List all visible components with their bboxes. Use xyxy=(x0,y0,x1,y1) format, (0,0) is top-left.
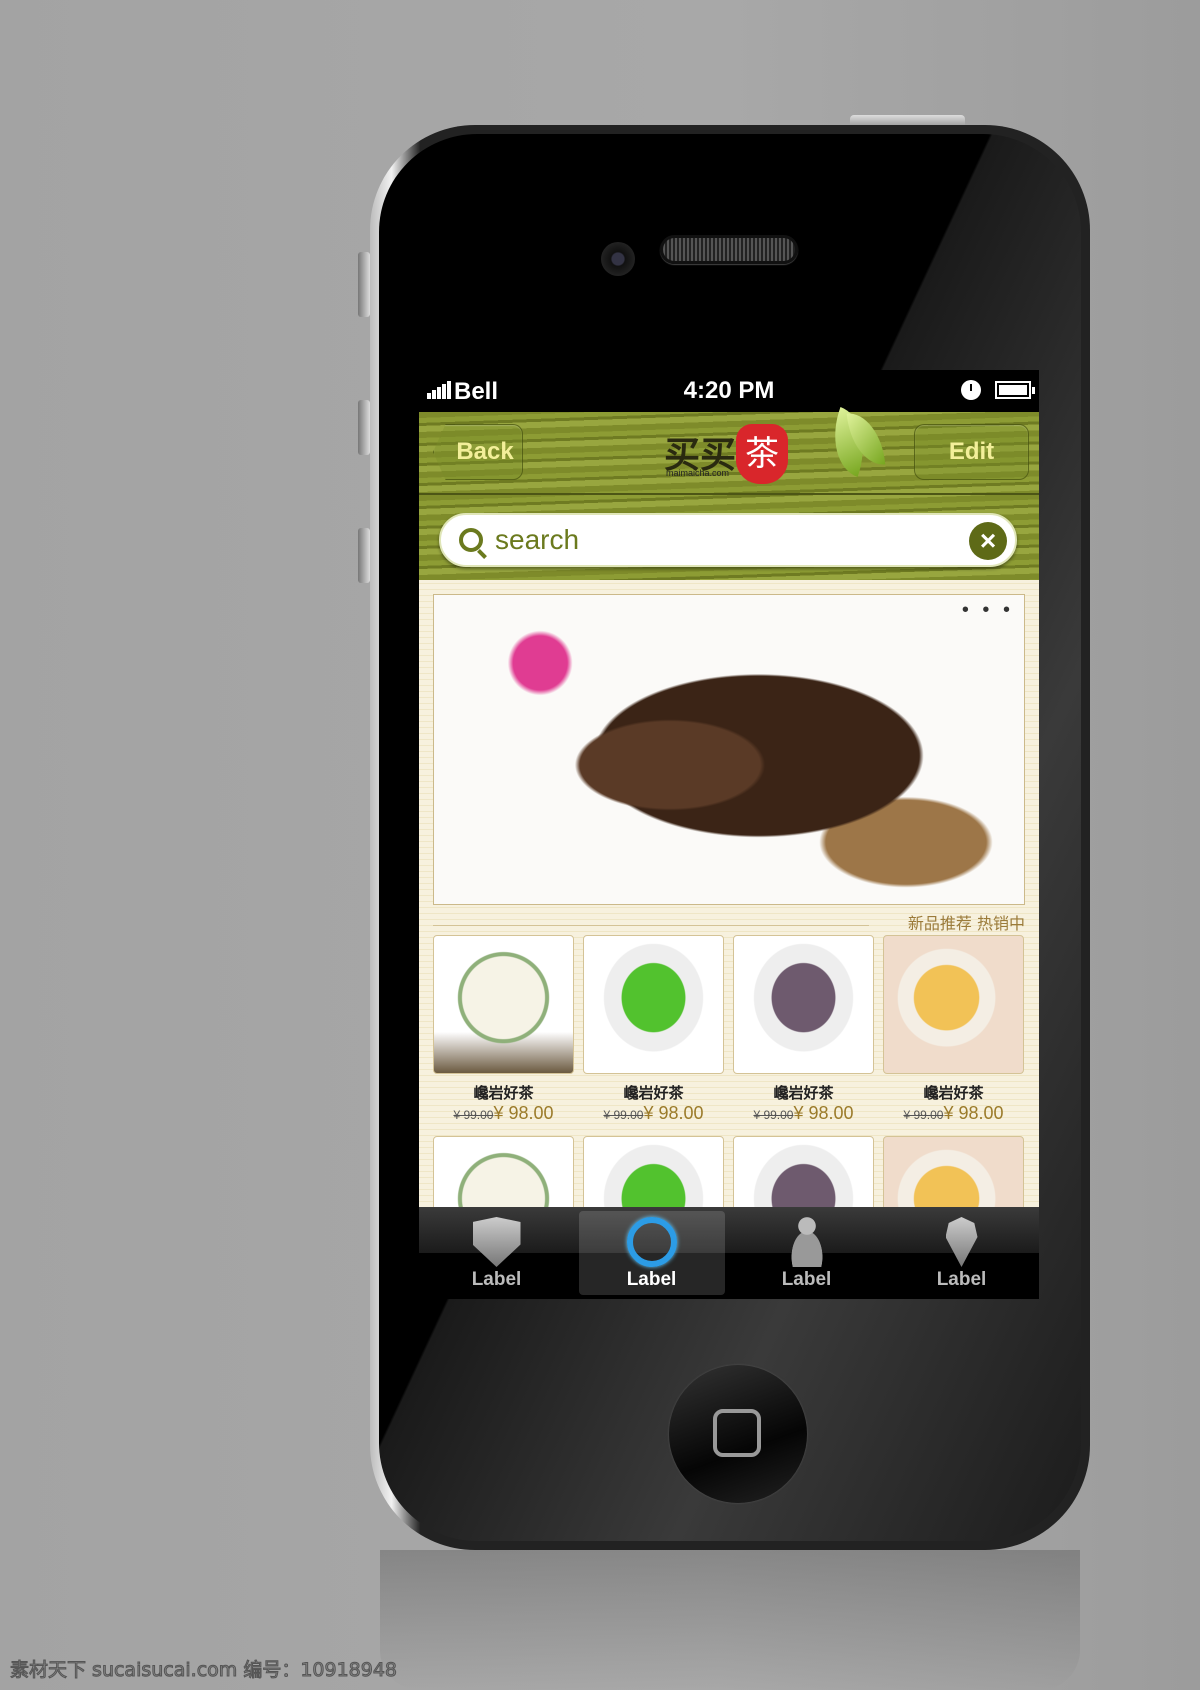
volume-down-button xyxy=(358,528,370,583)
product-card[interactable]: 巉岩好茶 ¥ 99.00¥ 98.00 xyxy=(733,935,874,1124)
earpiece xyxy=(660,235,798,264)
sale-price: ¥ 98.00 xyxy=(943,1103,1004,1123)
back-button[interactable]: Back xyxy=(433,424,523,480)
search-input[interactable]: search × xyxy=(439,513,1017,567)
sale-price: ¥ 98.00 xyxy=(643,1103,704,1123)
product-card[interactable]: 巉岩好茶 ¥ 99.00¥ 98.00 xyxy=(433,935,574,1124)
original-price: ¥ 99.00 xyxy=(453,1108,494,1122)
camera-icon xyxy=(601,242,635,276)
product-image[interactable] xyxy=(583,935,724,1074)
phone-reflection xyxy=(380,1550,1080,1690)
product-image[interactable] xyxy=(883,935,1024,1074)
divider xyxy=(433,925,869,926)
tab-joystick[interactable]: Label xyxy=(734,1211,880,1295)
map-pin-icon xyxy=(945,1217,978,1267)
logo-mark: 茶 xyxy=(736,424,788,484)
tab-label: Label xyxy=(781,1269,832,1290)
target-icon xyxy=(626,1217,677,1267)
product-name: 巉岩好茶 xyxy=(623,1084,684,1102)
nav-bar: Back 买买 茶 maimaicha.com Edit xyxy=(419,406,1039,495)
clock-icon xyxy=(961,380,981,400)
tab-location[interactable]: Label xyxy=(889,1211,1035,1295)
status-time: 4:20 PM xyxy=(683,377,775,404)
product-card[interactable]: 巉岩好茶 ¥ 99.00¥ 98.00 xyxy=(883,935,1024,1124)
watermark: 素材天下 sucaisucai.com 编号：10918948 xyxy=(9,1659,398,1682)
search-icon xyxy=(459,528,483,552)
battery-icon xyxy=(995,381,1035,399)
tab-label: Label xyxy=(471,1269,522,1290)
search-bar: search × xyxy=(419,495,1039,580)
product-name: 巉岩好茶 xyxy=(923,1084,984,1102)
original-price: ¥ 99.00 xyxy=(753,1108,794,1122)
edit-button[interactable]: Edit xyxy=(914,424,1029,480)
status-bar: Bell 4:20 PM xyxy=(419,370,1039,412)
product-card[interactable]: 巉岩好茶 ¥ 99.00¥ 98.00 xyxy=(583,935,724,1124)
tab-bar: Label Label Label Label xyxy=(419,1207,1039,1299)
shield-icon xyxy=(472,1217,521,1267)
sale-price: ¥ 98.00 xyxy=(793,1103,854,1123)
clear-search-button[interactable]: × xyxy=(969,522,1007,560)
logo: 买买 茶 maimaicha.com xyxy=(664,424,794,484)
sale-price: ¥ 98.00 xyxy=(493,1103,554,1123)
product-image[interactable] xyxy=(433,935,574,1074)
tab-label: Label xyxy=(936,1269,987,1290)
home-button[interactable] xyxy=(669,1365,807,1503)
search-placeholder: search xyxy=(495,524,580,555)
product-image[interactable] xyxy=(733,935,874,1074)
phone-frame: Bell 4:20 PM Back 买买 茶 maimaicha.com Edi… xyxy=(370,125,1090,1550)
original-price: ¥ 99.00 xyxy=(903,1108,944,1122)
banner-pager[interactable]: • • • xyxy=(962,599,1014,622)
original-price: ¥ 99.00 xyxy=(603,1108,644,1122)
app-screen: Bell 4:20 PM Back 买买 茶 maimaicha.com Edi… xyxy=(419,370,1039,1299)
tab-shield[interactable]: Label xyxy=(424,1211,570,1295)
volume-up-button xyxy=(358,400,370,455)
tab-target[interactable]: Label xyxy=(578,1211,725,1295)
product-name: 巉岩好茶 xyxy=(473,1084,534,1102)
promo-banner[interactable]: • • • xyxy=(433,594,1025,905)
logo-domain: maimaicha.com xyxy=(666,468,730,478)
content-area[interactable]: • • • 新品推荐 热销中 巉岩好茶 ¥ 99.00¥ 98.00 巉岩好茶 ¥ … xyxy=(419,580,1039,1275)
tab-label: Label xyxy=(626,1269,677,1290)
mute-switch xyxy=(358,252,370,317)
joystick-icon xyxy=(782,1217,831,1267)
section-title: 新品推荐 热销中 xyxy=(907,914,1025,933)
product-name: 巉岩好茶 xyxy=(773,1084,834,1102)
